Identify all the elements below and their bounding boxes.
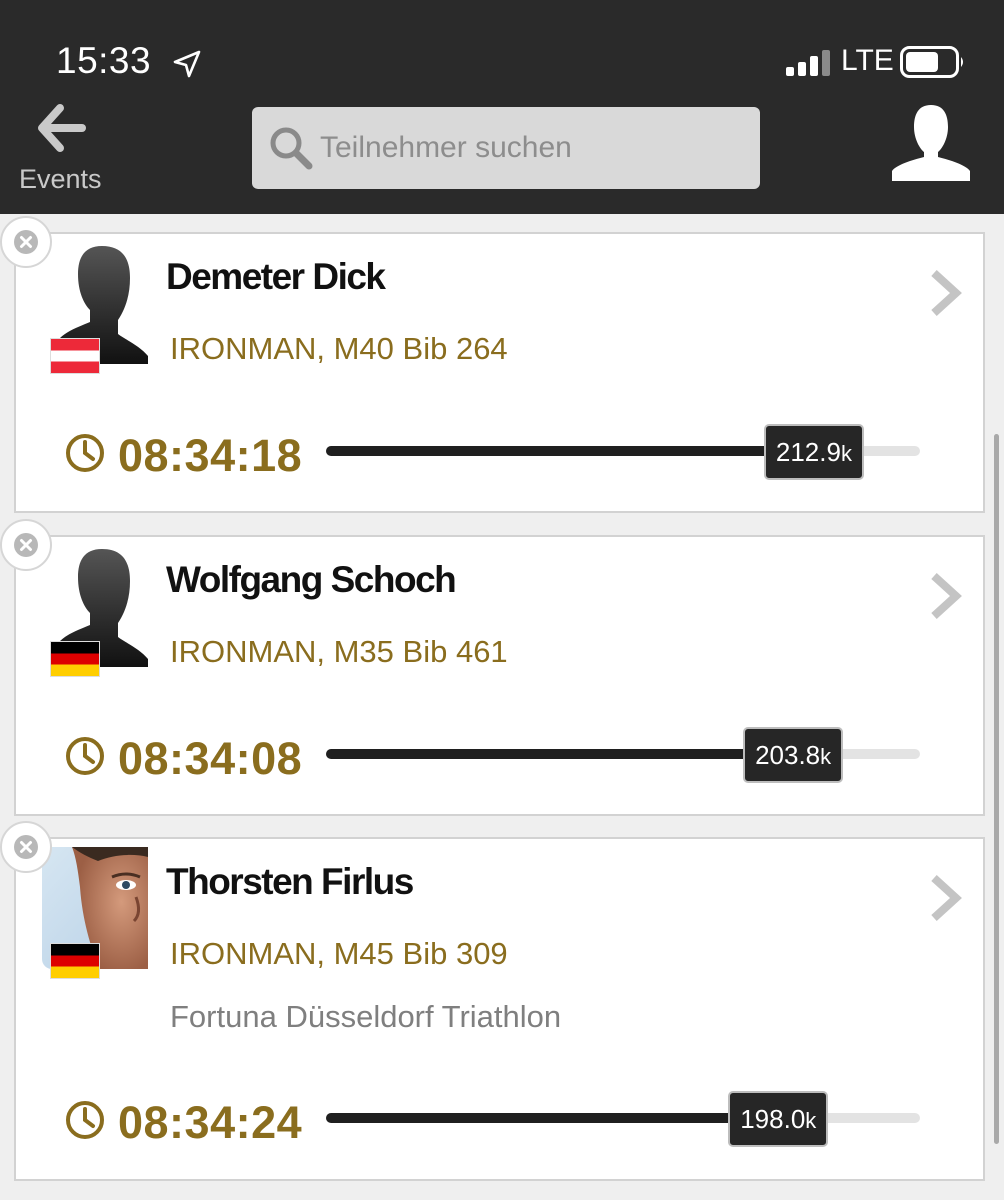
- flag-germany-icon: [50, 641, 100, 677]
- location-arrow-icon: [173, 50, 201, 78]
- athlete-division: IRONMAN, M45 Bib 309: [170, 936, 508, 971]
- signal-icon: [786, 50, 830, 76]
- athlete-club: Fortuna Düsseldorf Triathlon: [170, 999, 562, 1034]
- close-icon: [14, 835, 38, 859]
- race-time: 08:34:18: [118, 430, 303, 481]
- progress-track: [326, 1113, 920, 1123]
- distance-value: 203.8: [755, 740, 821, 770]
- chevron-right-icon: [931, 875, 962, 921]
- athlete-card[interactable]: Thorsten Firlus IRONMAN, M45 Bib 309 For…: [14, 837, 985, 1181]
- network-type: LTE: [841, 44, 894, 77]
- avatar: [42, 545, 148, 677]
- remove-button[interactable]: [0, 519, 52, 571]
- avatar: [42, 242, 148, 374]
- distance-badge: 198.0k: [728, 1091, 829, 1147]
- athlete-name: Wolfgang Schoch: [166, 559, 457, 600]
- athlete-division: IRONMAN, M40 Bib 264: [170, 331, 508, 366]
- athlete-division: IRONMAN, M35 Bib 461: [170, 634, 508, 669]
- distance-unit: k: [820, 744, 832, 769]
- clock-icon: [66, 737, 104, 775]
- remove-button[interactable]: [0, 216, 52, 268]
- clock-icon: [66, 1101, 104, 1139]
- close-icon: [14, 230, 38, 254]
- chevron-right-icon: [931, 573, 962, 619]
- status-time: 15:33: [56, 40, 152, 81]
- athlete-card[interactable]: Wolfgang Schoch IRONMAN, M35 Bib 461 08:…: [14, 535, 985, 816]
- distance-unit: k: [840, 441, 852, 466]
- distance-badge: 212.9k: [763, 424, 864, 480]
- athlete-name: Thorsten Firlus: [166, 861, 414, 902]
- back-button[interactable]: Events: [14, 100, 110, 200]
- distance-value: 198.0: [740, 1104, 806, 1134]
- race-time: 08:34:08: [118, 733, 303, 784]
- scrollbar[interactable]: [994, 434, 999, 1144]
- magnifier-icon: [270, 127, 313, 170]
- search-box[interactable]: [252, 107, 760, 189]
- search-input[interactable]: [320, 125, 740, 171]
- battery-icon: [900, 46, 963, 78]
- athlete-name: Demeter Dick: [166, 256, 386, 297]
- chevron-right-icon: [931, 270, 962, 316]
- close-icon: [14, 533, 38, 557]
- flag-austria-icon: [50, 338, 100, 374]
- app-header: 15:33 LTE Events: [0, 0, 1004, 214]
- progress-fill: [326, 749, 814, 759]
- remove-button[interactable]: [0, 821, 52, 873]
- progress-fill: [326, 446, 834, 456]
- race-time: 08:34:24: [118, 1097, 303, 1148]
- distance-badge: 203.8k: [743, 727, 844, 783]
- flag-germany-icon: [50, 943, 100, 979]
- avatar-photo: [42, 847, 148, 979]
- person-silhouette-icon[interactable]: [888, 103, 974, 183]
- arrow-left-icon: [38, 104, 86, 152]
- athlete-card[interactable]: Demeter Dick IRONMAN, M40 Bib 264 08:34:…: [14, 232, 985, 513]
- clock-icon: [66, 434, 104, 472]
- distance-value: 212.9: [775, 437, 841, 467]
- distance-unit: k: [805, 1108, 817, 1133]
- back-label: Events: [19, 164, 102, 194]
